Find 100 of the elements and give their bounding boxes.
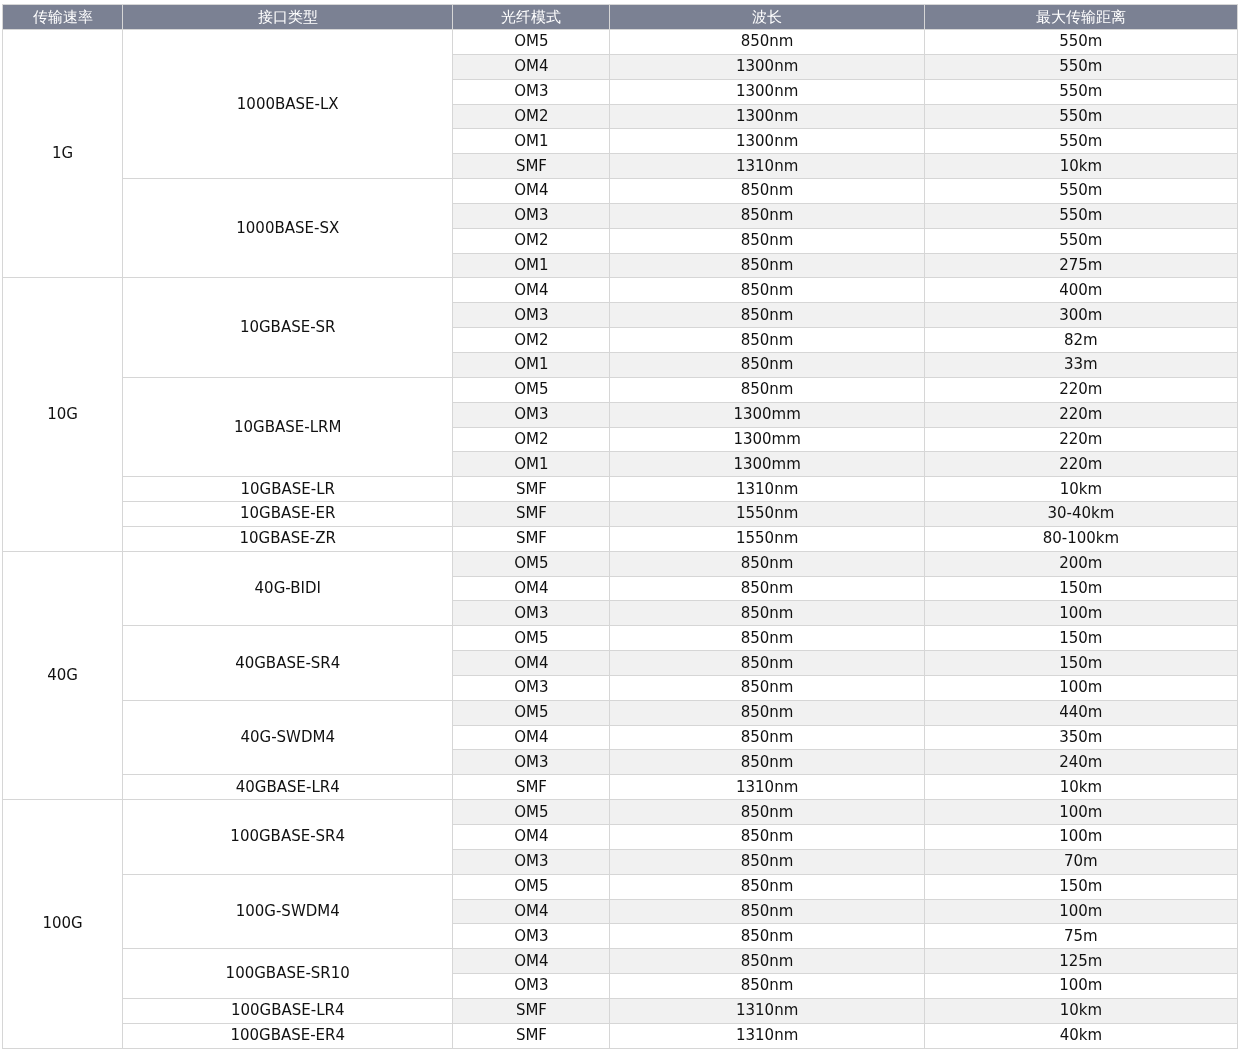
- table-cell: 40G-SWDM4: [122, 700, 453, 775]
- table-cell: 220m: [924, 402, 1238, 427]
- table-cell: 1310nm: [610, 774, 925, 800]
- table-cell: 550m: [924, 203, 1238, 229]
- table-cell: 850nm: [610, 923, 925, 949]
- table-cell: OM5: [452, 29, 610, 55]
- table-cell: 125m: [924, 948, 1238, 974]
- table-cell: 850nm: [610, 600, 925, 626]
- table-cell: OM5: [452, 874, 610, 900]
- table-cell: 1300mm: [610, 427, 925, 452]
- table-cell: OM3: [452, 749, 610, 775]
- table-cell: OM2: [452, 327, 610, 353]
- table-cell: 550m: [924, 128, 1238, 154]
- table-cell: 10GBASE-SR: [122, 277, 453, 378]
- table-cell: 10GBASE-ER: [122, 501, 453, 527]
- table-cell: 10km: [924, 476, 1238, 502]
- table-cell: OM3: [452, 973, 610, 999]
- table-cell: 1000BASE-LX: [122, 29, 453, 179]
- table-cell: 850nm: [610, 874, 925, 900]
- table-cell: 550m: [924, 178, 1238, 204]
- table-cell: OM3: [452, 302, 610, 328]
- table-cell: 550m: [924, 79, 1238, 105]
- table-cell: 850nm: [610, 377, 925, 403]
- table-cell: 850nm: [610, 799, 925, 825]
- table-cell: 40G: [2, 551, 123, 800]
- table-cell: 1550nm: [610, 501, 925, 527]
- table-cell: 100GBASE-LR4: [122, 998, 453, 1024]
- table-cell: 150m: [924, 650, 1238, 676]
- table-cell: 275m: [924, 253, 1238, 278]
- table-cell: 850nm: [610, 899, 925, 924]
- table-cell: OM1: [452, 253, 610, 278]
- table-cell: 300m: [924, 302, 1238, 328]
- table-cell: OM3: [452, 675, 610, 701]
- table-cell: OM1: [452, 128, 610, 154]
- table-cell: OM4: [452, 54, 610, 80]
- table-cell: OM5: [452, 625, 610, 651]
- table-cell: 850nm: [610, 625, 925, 651]
- table-cell: OM5: [452, 377, 610, 403]
- table-cell: OM5: [452, 799, 610, 825]
- table-cell: OM3: [452, 402, 610, 427]
- table-cell: 550m: [924, 228, 1238, 254]
- table-cell: 850nm: [610, 700, 925, 726]
- table-cell: 40km: [924, 1023, 1238, 1049]
- table-cell: 82m: [924, 327, 1238, 353]
- table-cell: OM4: [452, 277, 610, 303]
- table-cell: 1300nm: [610, 79, 925, 105]
- table-cell: OM3: [452, 923, 610, 949]
- table-cell: 10km: [924, 153, 1238, 179]
- table-cell: 100m: [924, 799, 1238, 825]
- table-cell: 850nm: [610, 302, 925, 328]
- table-cell: 100GBASE-ER4: [122, 1023, 453, 1049]
- column-header: 接口类型: [122, 4, 453, 30]
- table-cell: 10GBASE-LR: [122, 476, 453, 502]
- table-cell: 1310nm: [610, 998, 925, 1024]
- table-cell: SMF: [452, 1023, 610, 1049]
- table-cell: 1300nm: [610, 128, 925, 154]
- table-cell: 80-100km: [924, 526, 1238, 552]
- table-cell: 220m: [924, 427, 1238, 452]
- table-cell: 400m: [924, 277, 1238, 303]
- table-cell: 1300nm: [610, 54, 925, 80]
- table-cell: 100G: [2, 799, 123, 1049]
- table-cell: OM4: [452, 824, 610, 850]
- table-cell: 200m: [924, 551, 1238, 577]
- table-cell: 40GBASE-LR4: [122, 774, 453, 800]
- table-cell: 75m: [924, 923, 1238, 949]
- column-header: 最大传输距离: [924, 4, 1238, 30]
- table-cell: OM3: [452, 79, 610, 105]
- table-cell: 220m: [924, 451, 1238, 477]
- table-cell: 100m: [924, 973, 1238, 999]
- table-cell: 850nm: [610, 178, 925, 204]
- table-cell: 100GBASE-SR4: [122, 799, 453, 875]
- table-cell: OM4: [452, 948, 610, 974]
- table-cell: SMF: [452, 526, 610, 552]
- table-cell: 100G-SWDM4: [122, 874, 453, 949]
- table-cell: 150m: [924, 576, 1238, 601]
- table-cell: 40GBASE-SR4: [122, 625, 453, 701]
- table-cell: 70m: [924, 849, 1238, 875]
- table-cell: 100m: [924, 600, 1238, 626]
- table-cell: 850nm: [610, 576, 925, 601]
- table-cell: OM4: [452, 178, 610, 204]
- table-cell: 10GBASE-ZR: [122, 526, 453, 552]
- table-cell: 1300nm: [610, 104, 925, 129]
- table-cell: OM5: [452, 700, 610, 726]
- table-cell: SMF: [452, 501, 610, 527]
- table-cell: OM2: [452, 427, 610, 452]
- table-cell: SMF: [452, 998, 610, 1024]
- table-cell: 220m: [924, 377, 1238, 403]
- table-cell: 1310nm: [610, 1023, 925, 1049]
- table-cell: 150m: [924, 625, 1238, 651]
- table-cell: 1310nm: [610, 476, 925, 502]
- table-cell: 440m: [924, 700, 1238, 726]
- table-cell: OM3: [452, 849, 610, 875]
- table-cell: 30-40km: [924, 501, 1238, 527]
- table-cell: 850nm: [610, 725, 925, 750]
- table-cell: 350m: [924, 725, 1238, 750]
- table-cell: OM3: [452, 203, 610, 229]
- table-cell: 850nm: [610, 228, 925, 254]
- table-cell: 1300mm: [610, 451, 925, 477]
- table-cell: 100m: [924, 824, 1238, 850]
- table-cell: OM3: [452, 600, 610, 626]
